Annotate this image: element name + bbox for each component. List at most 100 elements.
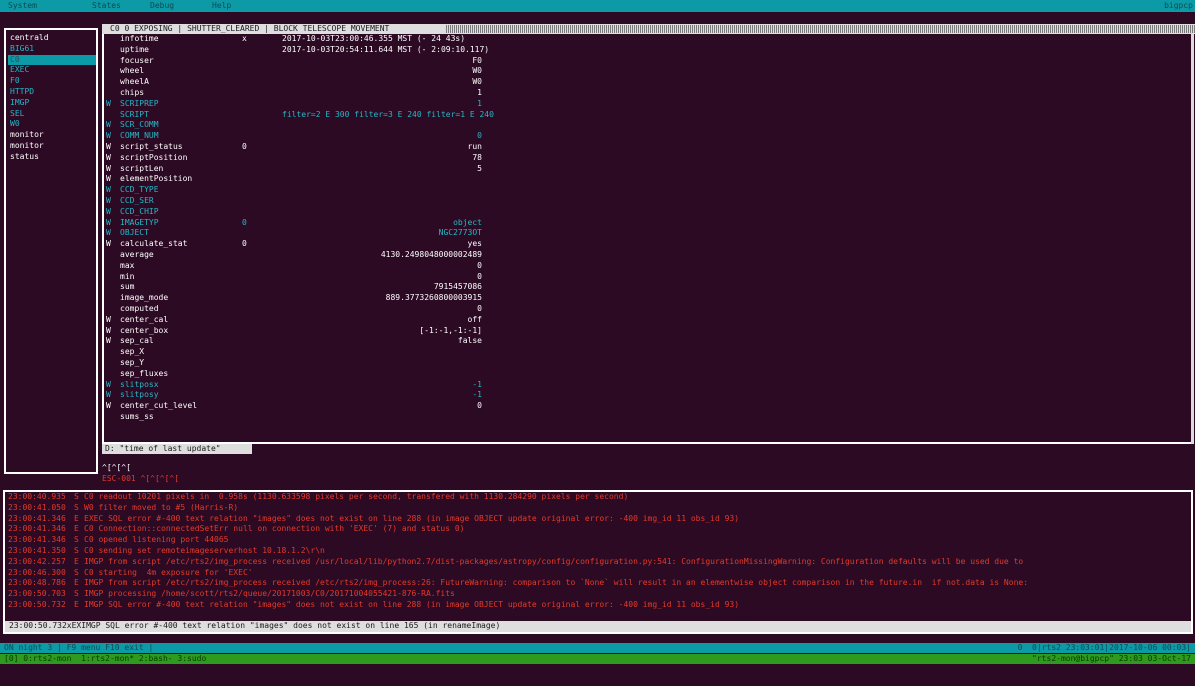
value-row[interactable]: computed 0 <box>106 304 1186 315</box>
log-message: IMGP from script /etc/rts2/img_process r… <box>84 556 1024 566</box>
value-description-prompt: D: "time of last update" <box>102 444 252 454</box>
value-name: OBJECT <box>120 228 149 238</box>
device-item[interactable]: status <box>8 152 96 163</box>
value-name: SCRIPT <box>120 109 149 119</box>
value-row[interactable]: sep_X <box>106 347 1186 358</box>
device-item[interactable]: monitor <box>8 141 96 152</box>
device-item[interactable]: HTTPD <box>8 87 96 98</box>
value-content: off <box>467 314 482 324</box>
host-label: bigpcp <box>1164 1 1193 10</box>
value-row[interactable]: W OBJECT NGC2773OT <box>106 228 1186 239</box>
log-flag: S <box>74 567 79 577</box>
value-row[interactable]: wheel W0 <box>106 66 1186 77</box>
value-content: 0 <box>477 260 482 270</box>
value-row[interactable]: sep_Y <box>106 358 1186 369</box>
device-item[interactable]: SEL <box>8 109 96 120</box>
value-name: elementPosition <box>120 174 193 184</box>
value-row[interactable]: W SCR_COMM <box>106 120 1186 131</box>
writable-flag: W <box>106 185 111 195</box>
log-time: 23:00:41.050 <box>8 502 66 512</box>
value-content: run <box>467 141 482 151</box>
value-row[interactable]: sum 7915457086 <box>106 282 1186 293</box>
menu-system[interactable]: System <box>8 1 37 12</box>
value-name: sep_X <box>120 347 145 357</box>
value-row[interactable]: WscriptPosition 78 <box>106 153 1186 164</box>
device-item[interactable]: W0 <box>8 119 96 130</box>
writable-flag: W <box>106 141 111 151</box>
escape-echo: ^[^[^[ <box>102 463 131 472</box>
value-content: filter=2 E 300 filter=3 E 240 filter=1 E… <box>282 109 494 119</box>
value-row[interactable]: average 4130.2498048000002489 <box>106 250 1186 261</box>
writable-flag: W <box>106 401 111 411</box>
tmux-session: "rts2-mon@bigpcp" 23:03 03-Oct-17 <box>1032 654 1191 663</box>
value-row[interactable]: W CCD_CHIP <box>106 207 1186 218</box>
device-item[interactable]: EXEC <box>8 65 96 76</box>
value-row[interactable]: W CCD_SER <box>106 196 1186 207</box>
value-row[interactable]: W CCD_TYPE <box>106 185 1186 196</box>
message-log[interactable]: 23:00:40.935 S C0 readout 10201 pixels in … <box>3 490 1193 634</box>
value-name: infotime <box>120 34 159 43</box>
value-name: slitposx <box>120 379 159 389</box>
value-row[interactable]: Wcenter_box [-1:-1,-1:-1] <box>106 326 1186 337</box>
device-list[interactable]: centrald BIG61 C0 EXEC F0 HTTPD IMGP SEL W0 monit… <box>4 28 98 474</box>
value-name: sum <box>120 282 135 292</box>
value-name: CCD_SER <box>120 195 154 205</box>
value-name: slitposy <box>120 390 159 400</box>
menu-help[interactable]: Help <box>212 1 231 12</box>
value-name: center_cal <box>120 314 169 324</box>
tmux-windows[interactable]: [0] 0:rts2-mon 1:rts2-mon* 2:bash- 3:sud… <box>4 654 206 665</box>
value-row[interactable]: max 0 <box>106 261 1186 272</box>
value-row[interactable]: image_mode 889.3773260800003915 <box>106 293 1186 304</box>
writable-flag: W <box>106 195 111 205</box>
value-row[interactable]: chips 1 <box>106 88 1186 99</box>
value-name: average <box>120 249 154 259</box>
menu-states[interactable]: States <box>92 1 121 12</box>
value-row[interactable]: WelementPosition <box>106 174 1186 185</box>
value-row[interactable]: Wslitposx -1 <box>106 380 1186 391</box>
value-row[interactable]: min 0 <box>106 272 1186 283</box>
device-item[interactable]: BIG61 <box>8 44 96 55</box>
value-row[interactable]: Wsep_cal false <box>106 336 1186 347</box>
value-name: SCR_COMM <box>120 120 159 130</box>
log-selected-line[interactable]: 23:00:50.732xEXIMGP SQL error #-400 text… <box>5 621 1191 632</box>
value-content: -1 <box>472 390 482 400</box>
value-row[interactable]: W COMM_NUM 0 <box>106 131 1186 142</box>
value-content: 78 <box>472 152 482 162</box>
value-content: -1 <box>472 379 482 389</box>
device-item[interactable]: IMGP <box>8 98 96 109</box>
value-row[interactable]: Wslitposy -1 <box>106 390 1186 401</box>
device-item[interactable]: F0 <box>8 76 96 87</box>
writable-flag: W <box>106 379 111 389</box>
log-message: C0 readout 10201 pixels in 0.958s (1130.… <box>84 492 629 501</box>
value-row[interactable]: Wcenter_cut_level 0 <box>106 401 1186 412</box>
status-bar: ON night 3 | F9 menu F10 exit | 0 0|rts2… <box>0 643 1195 653</box>
value-row[interactable]: W SCRIPREP 1 <box>106 99 1186 110</box>
log-message: C0 sending set remoteimageserverhost 10.… <box>84 545 325 555</box>
device-item[interactable]: monitor <box>8 130 96 141</box>
menu-debug[interactable]: Debug <box>150 1 174 12</box>
value-content: yes <box>467 239 482 249</box>
value-row[interactable]: focuser F0 <box>106 56 1186 67</box>
log-time: 23:00:48.786 <box>8 578 66 588</box>
value-row[interactable]: infotime x 2017-10-03T23:00:46.355 MST (- … <box>106 34 1186 45</box>
values-scrollbar[interactable] <box>1191 34 1194 444</box>
value-row[interactable]: Wcenter_cal off <box>106 315 1186 326</box>
value-row[interactable]: sums_ss <box>106 412 1186 423</box>
device-item[interactable]: centrald <box>8 33 96 44</box>
value-row[interactable]: Wcalculate_stat 0 yes <box>106 239 1186 250</box>
log-message: IMGP processing /home/scott/rts2/queue/2… <box>84 589 455 599</box>
value-row[interactable]: wheelA W0 <box>106 77 1186 88</box>
menu-bar: System States Debug Help bigpcp <box>0 0 1195 12</box>
value-row[interactable]: uptime 2017-10-03T20:54:11.644 MST (- 2:0… <box>106 45 1186 56</box>
value-content: W0 <box>472 77 482 87</box>
log-flag: E <box>74 578 79 588</box>
value-row[interactable]: sep_fluxes <box>106 369 1186 380</box>
value-row[interactable]: WscriptLen 5 <box>106 164 1186 175</box>
value-row[interactable]: Wscript_status 0 run <box>106 142 1186 153</box>
value-name: COMM_NUM <box>120 131 159 141</box>
value-row[interactable]: SCRIPT filter=2 E 300 filter=3 E 240 filt… <box>106 110 1186 121</box>
value-name: min <box>120 271 135 281</box>
log-flag: S <box>74 502 79 512</box>
value-row[interactable]: W IMAGETYP 0 object <box>106 218 1186 229</box>
device-item[interactable]: C0 <box>8 54 96 66</box>
